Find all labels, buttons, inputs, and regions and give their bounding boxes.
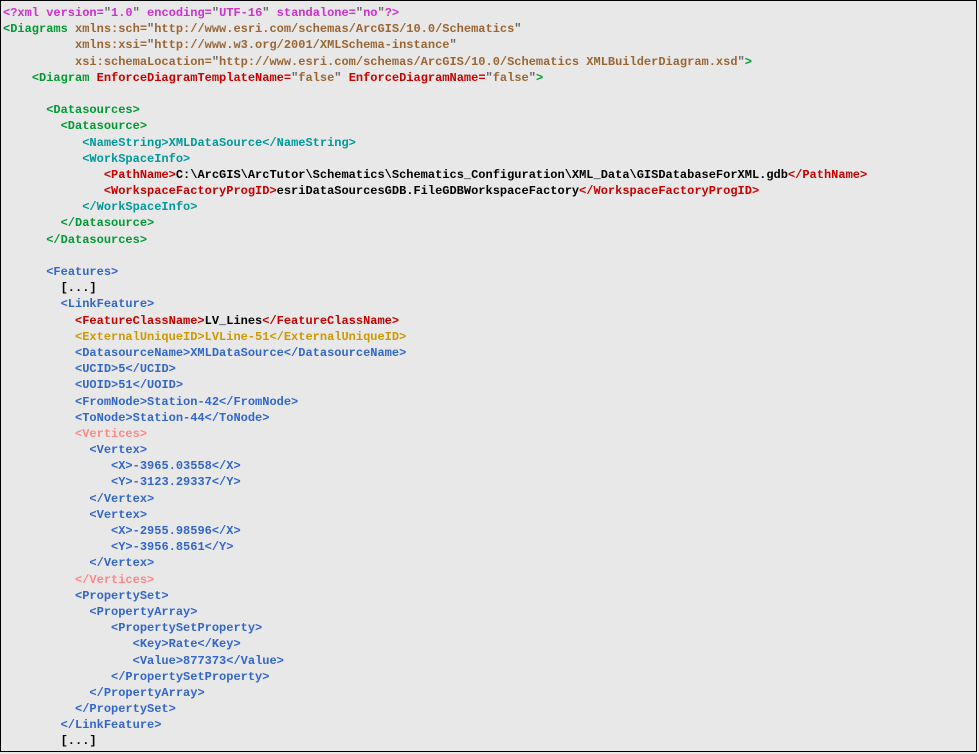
vertex1-y: <Y>-3123.29337</Y> bbox=[111, 475, 241, 489]
propertysetproperty-close: </PropertySetProperty> bbox=[111, 670, 269, 684]
propertyset-close: </PropertySet> bbox=[75, 702, 176, 716]
xmlns-xsi: xmlns:xsi="http://www.w3.org/2001/XMLSch… bbox=[75, 38, 457, 52]
pathname: <PathName>C:\ArcGIS\ArcTutor\Schematics\… bbox=[104, 168, 867, 182]
vertex1-x: <X>-3965.03558</X> bbox=[111, 459, 241, 473]
diagrams-open: <Diagrams xmlns:sch="http://www.esri.com… bbox=[3, 22, 522, 36]
datasourcename: <DatasourceName>XMLDataSource</Datasourc… bbox=[75, 346, 406, 360]
vertex-close: </Vertex> bbox=[89, 556, 154, 570]
datasources-close: </Datasources> bbox=[46, 233, 147, 247]
tonode: <ToNode>Station-44</ToNode> bbox=[75, 411, 269, 425]
fromnode: <FromNode>Station-42</FromNode> bbox=[75, 395, 298, 409]
ellipsis: [...] bbox=[61, 734, 97, 748]
features-close: </Features> bbox=[46, 751, 125, 752]
linkfeature-open: <LinkFeature> bbox=[61, 297, 155, 311]
propertyset-open: <PropertySet> bbox=[75, 589, 169, 603]
features-open: <Features> bbox=[46, 265, 118, 279]
prop-value: <Value>877373</Value> bbox=[133, 654, 284, 668]
ellipsis: [...] bbox=[61, 281, 97, 295]
featureclassname: <FeatureClassName>LV_Lines</FeatureClass… bbox=[75, 314, 399, 328]
workspaceinfo-open: <WorkSpaceInfo> bbox=[82, 152, 190, 166]
vertices-close: </Vertices> bbox=[75, 573, 154, 587]
propertyarray-close: </PropertyArray> bbox=[89, 686, 204, 700]
externaluniqueid: <ExternalUniqueID>LVLine-51</ExternalUni… bbox=[75, 330, 406, 344]
xml-code-block: <?xml version="1.0" encoding="UTF-16" st… bbox=[0, 0, 977, 752]
uoid: <UOID>51</UOID> bbox=[75, 378, 183, 392]
namestring: <NameString>XMLDataSource</NameString> bbox=[82, 136, 356, 150]
propertyarray-open: <PropertyArray> bbox=[89, 605, 197, 619]
workspaceinfo-close: </WorkSpaceInfo> bbox=[82, 200, 197, 214]
datasources-open: <Datasources> bbox=[46, 103, 140, 117]
xml-declaration: <?xml version="1.0" encoding="UTF-16" st… bbox=[3, 6, 399, 20]
propertysetproperty-open: <PropertySetProperty> bbox=[111, 621, 262, 635]
vertex-open: <Vertex> bbox=[89, 443, 147, 457]
factory-progid: <WorkspaceFactoryProgID>esriDataSourcesG… bbox=[104, 184, 759, 198]
vertex2-y: <Y>-3956.8561</Y> bbox=[111, 540, 233, 554]
ucid: <UCID>5</UCID> bbox=[75, 362, 176, 376]
diagram-open: <Diagram EnforceDiagramTemplateName="fal… bbox=[32, 71, 543, 85]
vertex-close: </Vertex> bbox=[89, 492, 154, 506]
vertex-open: <Vertex> bbox=[89, 508, 147, 522]
linkfeature-close: </LinkFeature> bbox=[61, 718, 162, 732]
datasource-close: </Datasource> bbox=[61, 216, 155, 230]
datasource-open: <Datasource> bbox=[61, 119, 147, 133]
schema-location: xsi:schemaLocation="http://www.esri.com/… bbox=[75, 55, 745, 69]
prop-key: <Key>Rate</Key> bbox=[133, 637, 241, 651]
vertex2-x: <X>-2955.98596</X> bbox=[111, 524, 241, 538]
vertices-open: <Vertices> bbox=[75, 427, 147, 441]
